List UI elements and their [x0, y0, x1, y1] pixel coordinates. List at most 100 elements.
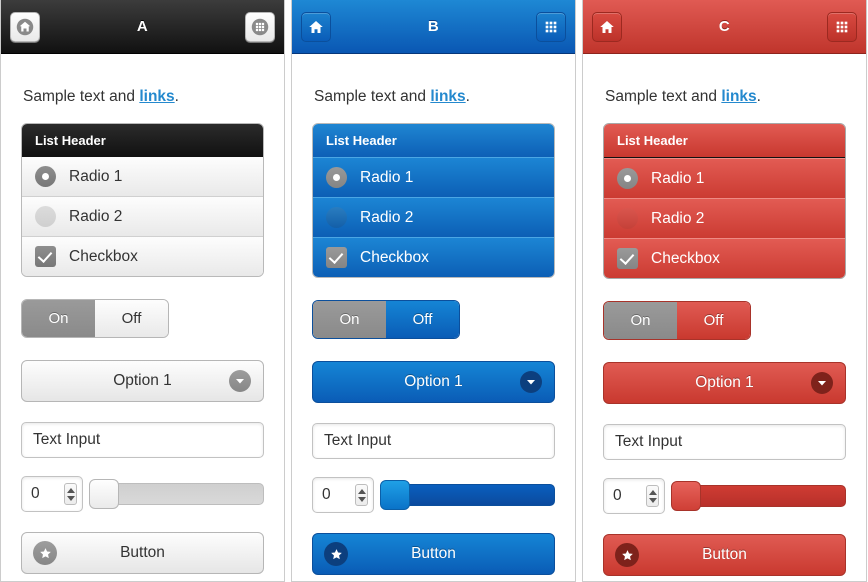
number-spinner[interactable]: 0 — [603, 478, 665, 514]
toggle-option-off[interactable]: Off — [95, 300, 168, 337]
list-item-label: Radio 2 — [651, 209, 705, 227]
radio-selected-icon[interactable] — [326, 167, 347, 188]
list-view: List Header Radio 1 Radio 2 Checkbox — [312, 123, 555, 278]
range-slider[interactable] — [380, 480, 555, 510]
list-item[interactable]: Radio 2 — [313, 197, 554, 237]
header-bar: A — [1, 0, 284, 54]
select-dropdown[interactable]: Option 1 — [312, 361, 555, 403]
list-view: List Header Radio 1 Radio 2 Checkbox — [603, 123, 846, 279]
list-header: List Header — [313, 124, 554, 157]
radio-unselected-icon[interactable] — [617, 208, 638, 229]
toggle-option-on[interactable]: On — [313, 301, 386, 338]
action-button-label: Button — [120, 544, 165, 561]
toggle-option-off[interactable]: Off — [386, 301, 459, 338]
stepper-arrows-icon[interactable] — [355, 484, 368, 506]
chevron-down-icon — [229, 370, 251, 392]
star-icon — [33, 541, 57, 565]
radio-selected-icon[interactable] — [617, 168, 638, 189]
slider-row: 0 — [603, 478, 846, 514]
radio-unselected-icon[interactable] — [35, 206, 56, 227]
page-title: B — [427, 18, 440, 35]
slider-handle[interactable] — [671, 481, 701, 511]
home-button[interactable] — [301, 11, 331, 42]
sample-text: Sample text and links. — [314, 88, 470, 105]
number-spinner[interactable]: 0 — [21, 476, 83, 512]
range-slider[interactable] — [89, 479, 264, 509]
text-input[interactable]: Text Input — [21, 422, 264, 458]
list-item-label: Checkbox — [651, 249, 720, 267]
list-view: List Header Radio 1 Radio 2 Checkbox — [21, 123, 264, 277]
checkbox-checked-icon[interactable] — [326, 247, 347, 268]
list-item[interactable]: Radio 1 — [313, 157, 554, 197]
grid-icon — [543, 19, 559, 35]
page-title: C — [718, 18, 731, 35]
list-item[interactable]: Radio 2 — [22, 196, 263, 236]
list-item[interactable]: Checkbox — [604, 238, 845, 278]
list-item-label: Checkbox — [69, 247, 138, 265]
list-item[interactable]: Radio 2 — [604, 198, 845, 238]
toggle-switch[interactable]: On Off — [603, 301, 751, 340]
list-header: List Header — [604, 124, 845, 158]
select-dropdown[interactable]: Option 1 — [21, 360, 264, 402]
slider-handle[interactable] — [380, 480, 410, 510]
select-dropdown[interactable]: Option 1 — [603, 362, 846, 404]
list-item-label: Radio 1 — [360, 168, 414, 186]
slider-handle[interactable] — [89, 479, 119, 509]
home-button[interactable] — [10, 11, 40, 42]
sample-link[interactable]: links — [139, 88, 174, 105]
checkbox-checked-icon[interactable] — [35, 246, 56, 267]
action-button[interactable]: Button — [603, 534, 846, 576]
text-input[interactable]: Text Input — [603, 424, 846, 460]
radio-selected-icon[interactable] — [35, 166, 56, 187]
list-item[interactable]: Radio 1 — [604, 158, 845, 198]
text-input[interactable]: Text Input — [312, 423, 555, 459]
list-item[interactable]: Checkbox — [313, 237, 554, 277]
slider-row: 0 — [312, 477, 555, 513]
page-title: A — [136, 18, 149, 35]
slider-row: 0 — [21, 476, 264, 512]
checkbox-checked-icon[interactable] — [617, 248, 638, 269]
home-button[interactable] — [592, 11, 622, 42]
toggle-switch[interactable]: On Off — [21, 299, 169, 338]
home-icon — [598, 18, 616, 36]
stepper-arrows-icon[interactable] — [64, 483, 77, 505]
list-item[interactable]: Checkbox — [22, 236, 263, 276]
text-input-value: Text Input — [33, 431, 101, 448]
theme-comparison-stage: A Sample text and links. List Header Rad… — [0, 0, 868, 582]
action-button-label: Button — [411, 545, 456, 562]
stepper-arrows-icon[interactable] — [646, 485, 659, 507]
sample-text: Sample text and links. — [23, 88, 179, 105]
star-icon — [324, 542, 348, 566]
toggle-option-on[interactable]: On — [22, 300, 95, 337]
theme-panel-c: C Sample text and links. List Header Rad… — [582, 0, 867, 582]
number-spinner[interactable]: 0 — [312, 477, 374, 513]
sample-link[interactable]: links — [430, 88, 465, 105]
action-button[interactable]: Button — [21, 532, 264, 574]
home-icon — [16, 18, 34, 36]
panel-content: Sample text and links. List Header Radio… — [583, 54, 866, 581]
grid-menu-button[interactable] — [536, 11, 566, 42]
text-input-value: Text Input — [324, 432, 392, 449]
grid-icon — [834, 19, 850, 35]
sample-link[interactable]: links — [721, 88, 756, 105]
select-value: Option 1 — [695, 374, 754, 391]
grid-menu-button[interactable] — [245, 11, 275, 42]
grid-menu-button[interactable] — [827, 11, 857, 42]
list-item[interactable]: Radio 1 — [22, 157, 263, 196]
radio-unselected-icon[interactable] — [326, 207, 347, 228]
chevron-down-icon — [520, 371, 542, 393]
list-item-label: Radio 2 — [360, 208, 414, 226]
list-header: List Header — [22, 124, 263, 157]
list-item-label: Radio 1 — [69, 167, 123, 185]
action-button[interactable]: Button — [312, 533, 555, 575]
select-value: Option 1 — [404, 373, 463, 390]
toggle-option-on[interactable]: On — [604, 302, 677, 339]
toggle-option-off[interactable]: Off — [677, 302, 750, 339]
action-button-label: Button — [702, 546, 747, 563]
theme-panel-b: B Sample text and links. List Header Rad… — [291, 0, 576, 582]
home-icon — [307, 18, 325, 36]
select-value: Option 1 — [113, 372, 172, 389]
toggle-switch[interactable]: On Off — [312, 300, 460, 339]
chevron-down-icon — [811, 372, 833, 394]
range-slider[interactable] — [671, 481, 846, 511]
